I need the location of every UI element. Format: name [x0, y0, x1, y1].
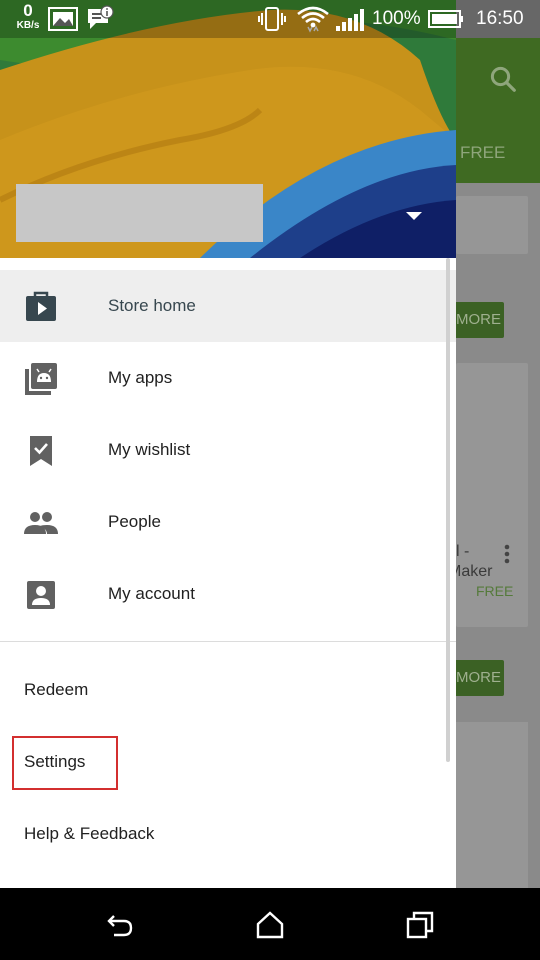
nav-item-store-home[interactable]: Store home [0, 270, 456, 342]
status-bar: 0 KB/s 100% 16:50 [0, 0, 540, 38]
more-button: MORE [448, 660, 504, 696]
menu-item-label: Help & Feedback [24, 824, 155, 843]
background-card [456, 722, 528, 892]
back-icon[interactable] [105, 910, 135, 940]
recent-apps-icon[interactable] [405, 910, 435, 940]
nav-item-my-wishlist[interactable]: My wishlist [0, 414, 456, 486]
nav-item-people[interactable]: People [0, 486, 456, 558]
more-button: MORE [448, 302, 504, 338]
drawer-divider [0, 641, 456, 642]
network-speed-unit: KB/s [16, 20, 40, 31]
overflow-menu-icon [504, 544, 510, 564]
battery-percent: 100% [372, 8, 421, 29]
system-navigation-bar [0, 888, 540, 960]
network-speed-value: 0 [23, 1, 33, 20]
network-speed: 0 KB/s [12, 2, 44, 32]
nav-item-label: Store home [108, 296, 196, 315]
background-card [456, 196, 528, 254]
people-icon [24, 512, 58, 534]
menu-item-redeem[interactable]: Redeem [0, 654, 456, 726]
nav-item-label: My account [108, 584, 195, 603]
navigation-drawer: Store home My apps My wishlist People My… [0, 0, 456, 888]
drawer-header[interactable] [0, 0, 456, 258]
nav-item-my-apps[interactable]: My apps [0, 342, 456, 414]
wishlist-bookmark-icon [30, 436, 52, 466]
menu-item-label: Redeem [24, 680, 89, 699]
image-icon [48, 7, 78, 31]
drawer-scrollbar[interactable] [446, 258, 450, 762]
app-card-price: FREE [476, 583, 514, 599]
tab-free: FREE [460, 143, 506, 162]
signal-icon [336, 9, 364, 31]
account-box-icon [27, 581, 55, 609]
search-icon [490, 66, 516, 92]
arrow-drop-down-icon[interactable] [404, 210, 424, 222]
settings-highlight-box [12, 736, 118, 790]
chat-info-icon [88, 5, 114, 29]
nav-item-label: People [108, 512, 161, 531]
clock: 16:50 [476, 8, 524, 29]
nav-item-my-account[interactable]: My account [0, 558, 456, 630]
my-apps-icon [25, 363, 57, 395]
menu-item-help-feedback[interactable]: Help & Feedback [0, 798, 456, 870]
home-icon[interactable] [255, 910, 285, 940]
account-name [16, 184, 263, 242]
nav-item-label: My apps [108, 368, 173, 387]
store-bag-icon [26, 291, 56, 321]
wifi-icon [297, 6, 329, 33]
vibrate-icon [258, 7, 286, 31]
battery-icon [428, 10, 463, 28]
nav-item-label: My wishlist [108, 440, 191, 459]
